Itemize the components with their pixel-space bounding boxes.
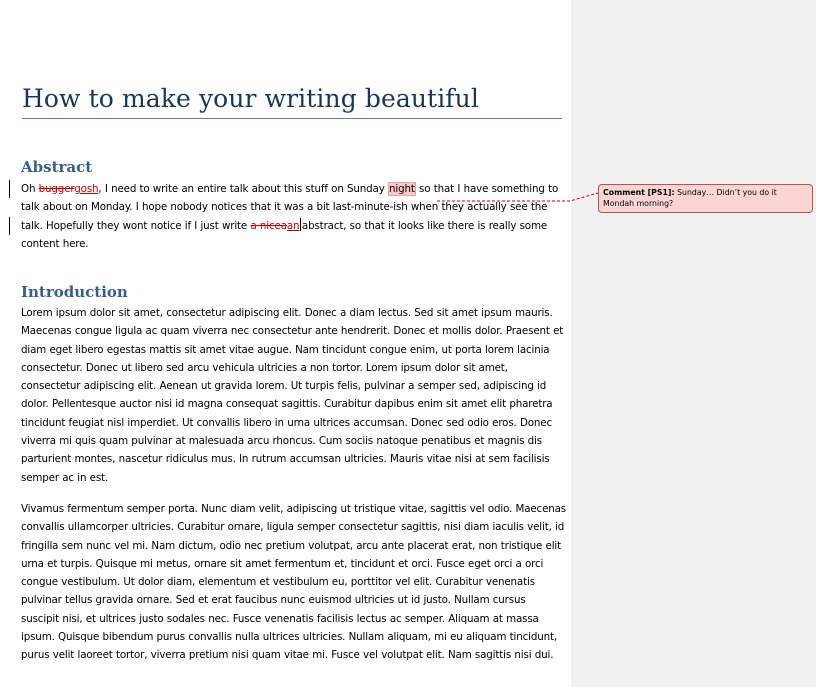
comment-balloon[interactable]: Comment [PS1]: Sunday… Didn’t you do it …	[598, 184, 813, 213]
comment-label: Comment [PS1]:	[603, 188, 675, 197]
comment-leader-line	[437, 192, 599, 202]
